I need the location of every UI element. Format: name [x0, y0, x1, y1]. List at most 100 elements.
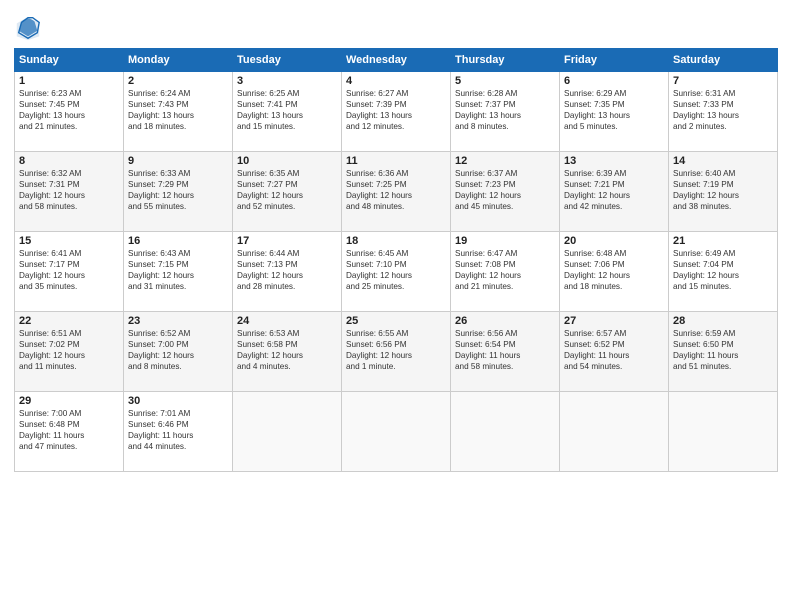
day-cell: 10Sunrise: 6:35 AMSunset: 7:27 PMDayligh…: [233, 152, 342, 232]
day-number: 16: [128, 235, 228, 247]
day-detail: Sunrise: 6:56 AMSunset: 6:54 PMDaylight:…: [455, 328, 555, 372]
day-number: 8: [19, 155, 119, 167]
day-detail: Sunrise: 6:44 AMSunset: 7:13 PMDaylight:…: [237, 248, 337, 292]
day-cell: [669, 392, 778, 472]
day-detail: Sunrise: 6:41 AMSunset: 7:17 PMDaylight:…: [19, 248, 119, 292]
weekday-header: Tuesday: [233, 49, 342, 72]
day-cell: 6Sunrise: 6:29 AMSunset: 7:35 PMDaylight…: [560, 72, 669, 152]
weekday-header: Saturday: [669, 49, 778, 72]
day-detail: Sunrise: 6:51 AMSunset: 7:02 PMDaylight:…: [19, 328, 119, 372]
day-cell: 16Sunrise: 6:43 AMSunset: 7:15 PMDayligh…: [124, 232, 233, 312]
day-number: 19: [455, 235, 555, 247]
day-number: 23: [128, 315, 228, 327]
day-cell: 26Sunrise: 6:56 AMSunset: 6:54 PMDayligh…: [451, 312, 560, 392]
day-cell: 9Sunrise: 6:33 AMSunset: 7:29 PMDaylight…: [124, 152, 233, 232]
day-cell: 28Sunrise: 6:59 AMSunset: 6:50 PMDayligh…: [669, 312, 778, 392]
day-number: 15: [19, 235, 119, 247]
day-detail: Sunrise: 6:39 AMSunset: 7:21 PMDaylight:…: [564, 168, 664, 212]
weekday-header: Monday: [124, 49, 233, 72]
day-number: 2: [128, 75, 228, 87]
day-number: 25: [346, 315, 446, 327]
day-cell: 11Sunrise: 6:36 AMSunset: 7:25 PMDayligh…: [342, 152, 451, 232]
day-number: 29: [19, 395, 119, 407]
day-cell: 30Sunrise: 7:01 AMSunset: 6:46 PMDayligh…: [124, 392, 233, 472]
day-detail: Sunrise: 6:37 AMSunset: 7:23 PMDaylight:…: [455, 168, 555, 212]
day-detail: Sunrise: 6:48 AMSunset: 7:06 PMDaylight:…: [564, 248, 664, 292]
day-detail: Sunrise: 6:29 AMSunset: 7:35 PMDaylight:…: [564, 88, 664, 132]
week-row: 1Sunrise: 6:23 AMSunset: 7:45 PMDaylight…: [15, 72, 778, 152]
day-detail: Sunrise: 6:28 AMSunset: 7:37 PMDaylight:…: [455, 88, 555, 132]
day-detail: Sunrise: 6:47 AMSunset: 7:08 PMDaylight:…: [455, 248, 555, 292]
weekday-header: Friday: [560, 49, 669, 72]
weekday-header: Wednesday: [342, 49, 451, 72]
weekday-header: Sunday: [15, 49, 124, 72]
day-number: 3: [237, 75, 337, 87]
calendar-table: SundayMondayTuesdayWednesdayThursdayFrid…: [14, 48, 778, 472]
day-detail: Sunrise: 6:36 AMSunset: 7:25 PMDaylight:…: [346, 168, 446, 212]
week-row: 29Sunrise: 7:00 AMSunset: 6:48 PMDayligh…: [15, 392, 778, 472]
day-detail: Sunrise: 6:33 AMSunset: 7:29 PMDaylight:…: [128, 168, 228, 212]
day-number: 7: [673, 75, 773, 87]
day-cell: 22Sunrise: 6:51 AMSunset: 7:02 PMDayligh…: [15, 312, 124, 392]
day-detail: Sunrise: 6:53 AMSunset: 6:58 PMDaylight:…: [237, 328, 337, 372]
day-cell: 18Sunrise: 6:45 AMSunset: 7:10 PMDayligh…: [342, 232, 451, 312]
day-cell: 14Sunrise: 6:40 AMSunset: 7:19 PMDayligh…: [669, 152, 778, 232]
day-detail: Sunrise: 6:59 AMSunset: 6:50 PMDaylight:…: [673, 328, 773, 372]
week-row: 8Sunrise: 6:32 AMSunset: 7:31 PMDaylight…: [15, 152, 778, 232]
day-number: 17: [237, 235, 337, 247]
day-cell: 29Sunrise: 7:00 AMSunset: 6:48 PMDayligh…: [15, 392, 124, 472]
day-number: 20: [564, 235, 664, 247]
day-cell: 21Sunrise: 6:49 AMSunset: 7:04 PMDayligh…: [669, 232, 778, 312]
day-number: 10: [237, 155, 337, 167]
day-number: 4: [346, 75, 446, 87]
day-cell: 23Sunrise: 6:52 AMSunset: 7:00 PMDayligh…: [124, 312, 233, 392]
day-number: 18: [346, 235, 446, 247]
day-number: 13: [564, 155, 664, 167]
day-cell: 17Sunrise: 6:44 AMSunset: 7:13 PMDayligh…: [233, 232, 342, 312]
day-number: 12: [455, 155, 555, 167]
header-row: SundayMondayTuesdayWednesdayThursdayFrid…: [15, 49, 778, 72]
day-detail: Sunrise: 6:24 AMSunset: 7:43 PMDaylight:…: [128, 88, 228, 132]
day-cell: 20Sunrise: 6:48 AMSunset: 7:06 PMDayligh…: [560, 232, 669, 312]
day-number: 24: [237, 315, 337, 327]
day-detail: Sunrise: 6:57 AMSunset: 6:52 PMDaylight:…: [564, 328, 664, 372]
day-cell: 24Sunrise: 6:53 AMSunset: 6:58 PMDayligh…: [233, 312, 342, 392]
day-cell: [342, 392, 451, 472]
day-cell: 25Sunrise: 6:55 AMSunset: 6:56 PMDayligh…: [342, 312, 451, 392]
day-detail: Sunrise: 6:49 AMSunset: 7:04 PMDaylight:…: [673, 248, 773, 292]
day-number: 27: [564, 315, 664, 327]
day-number: 22: [19, 315, 119, 327]
day-cell: 19Sunrise: 6:47 AMSunset: 7:08 PMDayligh…: [451, 232, 560, 312]
day-cell: 4Sunrise: 6:27 AMSunset: 7:39 PMDaylight…: [342, 72, 451, 152]
day-detail: Sunrise: 6:40 AMSunset: 7:19 PMDaylight:…: [673, 168, 773, 212]
day-cell: 5Sunrise: 6:28 AMSunset: 7:37 PMDaylight…: [451, 72, 560, 152]
day-cell: 27Sunrise: 6:57 AMSunset: 6:52 PMDayligh…: [560, 312, 669, 392]
logo: [14, 14, 46, 42]
day-detail: Sunrise: 6:43 AMSunset: 7:15 PMDaylight:…: [128, 248, 228, 292]
day-detail: Sunrise: 6:23 AMSunset: 7:45 PMDaylight:…: [19, 88, 119, 132]
day-number: 14: [673, 155, 773, 167]
day-number: 11: [346, 155, 446, 167]
day-detail: Sunrise: 6:52 AMSunset: 7:00 PMDaylight:…: [128, 328, 228, 372]
day-number: 9: [128, 155, 228, 167]
day-number: 5: [455, 75, 555, 87]
day-cell: 7Sunrise: 6:31 AMSunset: 7:33 PMDaylight…: [669, 72, 778, 152]
day-cell: 8Sunrise: 6:32 AMSunset: 7:31 PMDaylight…: [15, 152, 124, 232]
day-number: 21: [673, 235, 773, 247]
day-number: 28: [673, 315, 773, 327]
day-number: 26: [455, 315, 555, 327]
day-detail: Sunrise: 6:32 AMSunset: 7:31 PMDaylight:…: [19, 168, 119, 212]
day-cell: 12Sunrise: 6:37 AMSunset: 7:23 PMDayligh…: [451, 152, 560, 232]
day-detail: Sunrise: 6:25 AMSunset: 7:41 PMDaylight:…: [237, 88, 337, 132]
day-cell: [233, 392, 342, 472]
day-detail: Sunrise: 7:01 AMSunset: 6:46 PMDaylight:…: [128, 408, 228, 452]
logo-icon: [14, 14, 42, 42]
day-cell: 1Sunrise: 6:23 AMSunset: 7:45 PMDaylight…: [15, 72, 124, 152]
day-detail: Sunrise: 6:45 AMSunset: 7:10 PMDaylight:…: [346, 248, 446, 292]
header: [14, 10, 778, 42]
day-detail: Sunrise: 6:55 AMSunset: 6:56 PMDaylight:…: [346, 328, 446, 372]
day-cell: 15Sunrise: 6:41 AMSunset: 7:17 PMDayligh…: [15, 232, 124, 312]
day-detail: Sunrise: 6:31 AMSunset: 7:33 PMDaylight:…: [673, 88, 773, 132]
day-cell: [451, 392, 560, 472]
week-row: 22Sunrise: 6:51 AMSunset: 7:02 PMDayligh…: [15, 312, 778, 392]
